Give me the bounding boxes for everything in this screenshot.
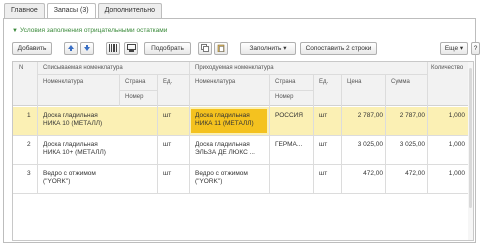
stock-panel: ▼ Условия заполнения отрицательными остат… <box>3 18 480 243</box>
col-unit2: Ед. <box>319 79 329 85</box>
move-down-button[interactable] <box>80 42 94 55</box>
tab-bar: Главное Запасы (3) Дополнительно <box>4 3 164 19</box>
sum: 3 025,00 <box>399 141 425 148</box>
price: 472,00 <box>363 170 383 177</box>
paste-button[interactable] <box>214 42 228 55</box>
row-number: 3 <box>27 170 31 177</box>
col-price: Цена <box>347 79 362 85</box>
nomenclature-written-off-2: ("YORK") <box>43 178 71 185</box>
help-button[interactable]: ? <box>471 42 480 55</box>
group-written-off: Списываемая номенклатура <box>43 65 123 71</box>
dropdown-arrow-icon: ▾ <box>283 45 287 52</box>
stock-table: N Списываемая номенклатура Приходуемая н… <box>12 61 474 241</box>
col-country1: Страна <box>125 79 146 85</box>
paste-icon <box>217 44 225 52</box>
row-number: 1 <box>27 112 31 119</box>
arrow-up-icon <box>68 45 74 51</box>
tab-main[interactable]: Главное <box>4 3 45 18</box>
nomenclature-incoming: Доска гладильная <box>195 112 250 119</box>
price: 3 025,00 <box>357 141 383 148</box>
row-number: 2 <box>27 141 31 148</box>
copy-icon <box>201 44 209 52</box>
nomenclature-written-off-2: НИКА 10 (МЕТАЛЛ) <box>43 120 103 127</box>
quantity: 1,000 <box>448 141 465 148</box>
barcode-button[interactable] <box>106 42 120 55</box>
tab-additional[interactable]: Дополнительно <box>97 3 162 18</box>
country-incoming: РОССИЯ <box>275 112 304 119</box>
col-sum: Сумма <box>391 79 410 85</box>
scanner-icon <box>126 44 136 52</box>
col-unit1: Ед. <box>163 79 173 85</box>
sum: 2 787,00 <box>399 112 425 119</box>
add-button[interactable]: Добавить <box>12 42 52 55</box>
fill-button[interactable]: Заполнить ▾ <box>240 42 296 55</box>
move-up-button[interactable] <box>64 42 78 55</box>
unit-incoming: шт <box>319 141 328 148</box>
pick-button[interactable]: Подобрать <box>144 42 191 55</box>
nomenclature-written-off: Доска гладильная <box>43 112 98 119</box>
match-rows-button[interactable]: Сопоставить 2 строки <box>300 42 377 55</box>
unit-written-off: шт <box>163 170 172 177</box>
unit-incoming: шт <box>319 170 328 177</box>
tab-stock[interactable]: Запасы (3) <box>46 3 96 19</box>
unit-incoming: шт <box>319 112 328 119</box>
country-incoming: ГЕРМА... <box>275 141 303 148</box>
price: 2 787,00 <box>357 112 383 119</box>
col-number1: Номер <box>125 94 144 100</box>
toolbar: Добавить Подобрать Заполнить ▾ Сопостави… <box>12 42 480 56</box>
condition-link[interactable]: ▼ Условия заполнения отрицательными остат… <box>12 27 167 34</box>
scrollbar-thumb[interactable] <box>469 68 472 208</box>
nomenclature-incoming-2: НИКА 11 (МЕТАЛЛ) <box>195 120 254 127</box>
barcode-icon <box>108 44 117 52</box>
col-n: N <box>19 65 24 71</box>
unit-written-off: шт <box>163 112 172 119</box>
more-label: Еще <box>444 45 459 52</box>
nomenclature-incoming-2: ("YORK") <box>195 178 223 185</box>
chevron-down-icon: ▼ <box>12 28 18 34</box>
group-incoming: Приходуемая номенклатура <box>195 65 274 71</box>
nomenclature-incoming: Ведро с отжимом <box>195 170 248 177</box>
quantity: 1,000 <box>448 170 465 177</box>
fill-label: Заполнить <box>249 45 282 52</box>
nomenclature-written-off: Ведро с отжимом <box>43 170 96 177</box>
nomenclature-incoming-2: ЭЛЬЗА ДЕ ЛЮКС ... <box>195 149 255 156</box>
nomenclature-written-off: Доска гладильная <box>43 141 98 148</box>
more-button[interactable]: Еще ▾ <box>440 42 468 55</box>
sum: 472,00 <box>405 170 425 177</box>
col-number2: Номер <box>275 94 294 100</box>
condition-text: Условия заполнения отрицательными остатк… <box>19 27 168 34</box>
dropdown-arrow-icon: ▾ <box>459 45 464 52</box>
col-country2: Страна <box>275 79 296 85</box>
nomenclature-incoming: Доска гладильная <box>195 141 250 148</box>
nomenclature-written-off-2: НИКА 10+ (МЕТАЛЛ) <box>43 149 106 156</box>
scan-button[interactable] <box>124 42 138 55</box>
col-nom2: Номенклатура <box>195 79 236 85</box>
col-qty: Количество <box>431 65 464 71</box>
quantity: 1,000 <box>448 112 465 119</box>
copy-button[interactable] <box>198 42 212 55</box>
col-nom1: Номенклатура <box>43 79 84 85</box>
unit-written-off: шт <box>163 141 172 148</box>
arrow-down-icon <box>84 45 90 51</box>
